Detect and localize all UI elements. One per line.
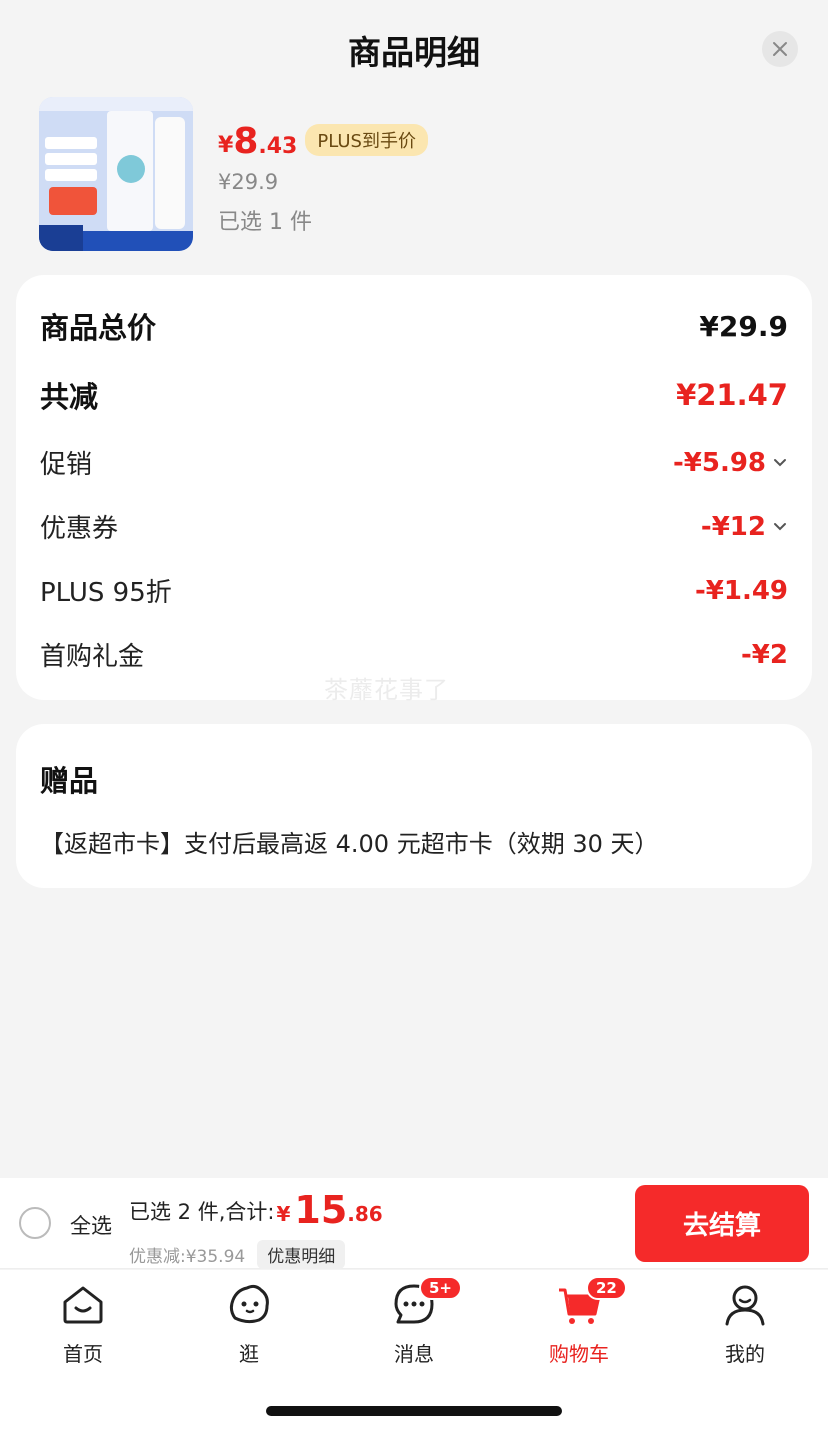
tab-cart[interactable]: 22 购物车 bbox=[524, 1276, 634, 1367]
watermark: 茶蘼花事了 bbox=[324, 676, 449, 704]
first-purchase-value: -¥2 bbox=[741, 639, 788, 670]
total-reduction-value: ¥21.47 bbox=[676, 378, 788, 412]
tab-label: 购物车 bbox=[549, 1342, 609, 1366]
plus-price-badge: PLUS到手价 bbox=[305, 124, 428, 156]
gift-card: 赠品 【返超市卡】支付后最高返 4.00 元超市卡（效期 30 天） bbox=[16, 724, 812, 888]
plus-discount-row: PLUS 95折 -¥1.49 bbox=[40, 572, 788, 609]
promotion-row[interactable]: 促销 -¥5.98 bbox=[40, 444, 788, 481]
total-price-label: 商品总价 bbox=[40, 311, 157, 345]
total-symbol: ¥ bbox=[276, 1202, 291, 1226]
price-integer: 8 bbox=[233, 121, 259, 162]
coupon-row[interactable]: 优惠券 -¥12 bbox=[40, 508, 788, 545]
coupon-label: 优惠券 bbox=[40, 514, 119, 544]
total-label: 已选 2 件,合计: bbox=[129, 1200, 275, 1224]
coupon-value: -¥12 bbox=[700, 511, 766, 542]
home-indicator bbox=[266, 1406, 562, 1416]
tab-home[interactable]: 首页 bbox=[28, 1280, 138, 1367]
discount-detail-button[interactable]: 优惠明细 bbox=[257, 1240, 346, 1269]
tab-explore[interactable]: 逛 bbox=[194, 1280, 304, 1367]
checkout-button[interactable]: 去结算 bbox=[635, 1185, 809, 1262]
tab-messages[interactable]: 5+ 消息 bbox=[359, 1276, 469, 1367]
total-line: 已选 2 件,合计: ¥ 15 .86 bbox=[129, 1188, 383, 1232]
gift-title: 赠品 bbox=[40, 764, 99, 798]
chevron-down-icon bbox=[774, 458, 786, 466]
price-summary-card: 商品总价 ¥29.9 共减 ¥21.47 促销 -¥5.98 优惠券 -¥12 bbox=[16, 275, 812, 704]
first-purchase-label: 首购礼金 bbox=[40, 642, 145, 672]
tab-label: 消息 bbox=[394, 1342, 434, 1366]
promotion-label: 促销 bbox=[40, 450, 93, 480]
message-badge: 5+ bbox=[419, 1276, 463, 1300]
select-all-checkbox[interactable] bbox=[19, 1207, 51, 1239]
close-button[interactable] bbox=[762, 31, 798, 67]
discount-amount: 优惠减:¥35.94 bbox=[129, 1247, 246, 1267]
product-detail-sheet: 商品明细 ¥ 8 .43 PLUS到手价 ¥29.9 已选 1 件 商品总价 ¥… bbox=[0, 0, 828, 1178]
tab-profile[interactable]: 我的 bbox=[690, 1280, 800, 1367]
close-icon bbox=[773, 42, 787, 56]
original-price: ¥29.9 bbox=[218, 170, 279, 194]
explore-icon bbox=[229, 1284, 269, 1324]
total-price-row: 商品总价 ¥29.9 bbox=[40, 305, 788, 347]
promotion-value-wrap: -¥5.98 bbox=[673, 448, 788, 478]
product-price: ¥ 8 .43 PLUS到手价 bbox=[218, 122, 428, 162]
price-decimal: .43 bbox=[258, 134, 298, 159]
price-symbol: ¥ bbox=[218, 133, 234, 158]
checkout-bar: 全选 已选 2 件,合计: ¥ 15 .86 优惠减:¥35.94 优惠明细 去… bbox=[0, 1178, 828, 1269]
tab-label: 我的 bbox=[725, 1342, 765, 1366]
toothpaste-product-image bbox=[39, 97, 193, 251]
total-decimal: .86 bbox=[347, 1202, 383, 1226]
promotion-value: -¥5.98 bbox=[672, 447, 766, 478]
tab-label: 逛 bbox=[239, 1342, 259, 1366]
first-purchase-row: 首购礼金 -¥2 bbox=[40, 636, 788, 673]
total-integer: 15 bbox=[294, 1188, 348, 1232]
home-icon bbox=[63, 1286, 103, 1324]
select-all-label[interactable]: 全选 bbox=[70, 1210, 112, 1240]
cart-badge: 22 bbox=[586, 1276, 627, 1300]
tab-label: 首页 bbox=[63, 1342, 103, 1366]
plus-discount-value: -¥1.49 bbox=[694, 575, 788, 606]
product-image[interactable] bbox=[39, 97, 193, 251]
profile-icon bbox=[725, 1285, 765, 1326]
plus-discount-label: PLUS 95折 bbox=[40, 578, 172, 608]
total-price-value: ¥29.9 bbox=[699, 309, 788, 343]
selected-count: 已选 1 件 bbox=[218, 210, 312, 235]
gift-description: 【返超市卡】支付后最高返 4.00 元超市卡（效期 30 天） bbox=[40, 830, 659, 858]
sheet-title: 商品明细 bbox=[348, 33, 480, 72]
chevron-down-icon bbox=[774, 522, 786, 530]
coupon-value-wrap: -¥12 bbox=[701, 512, 788, 542]
discount-line: 优惠减:¥35.94 优惠明细 bbox=[129, 1240, 346, 1269]
total-reduction-label: 共减 bbox=[40, 380, 99, 414]
total-reduction-row: 共减 ¥21.47 bbox=[40, 374, 788, 416]
